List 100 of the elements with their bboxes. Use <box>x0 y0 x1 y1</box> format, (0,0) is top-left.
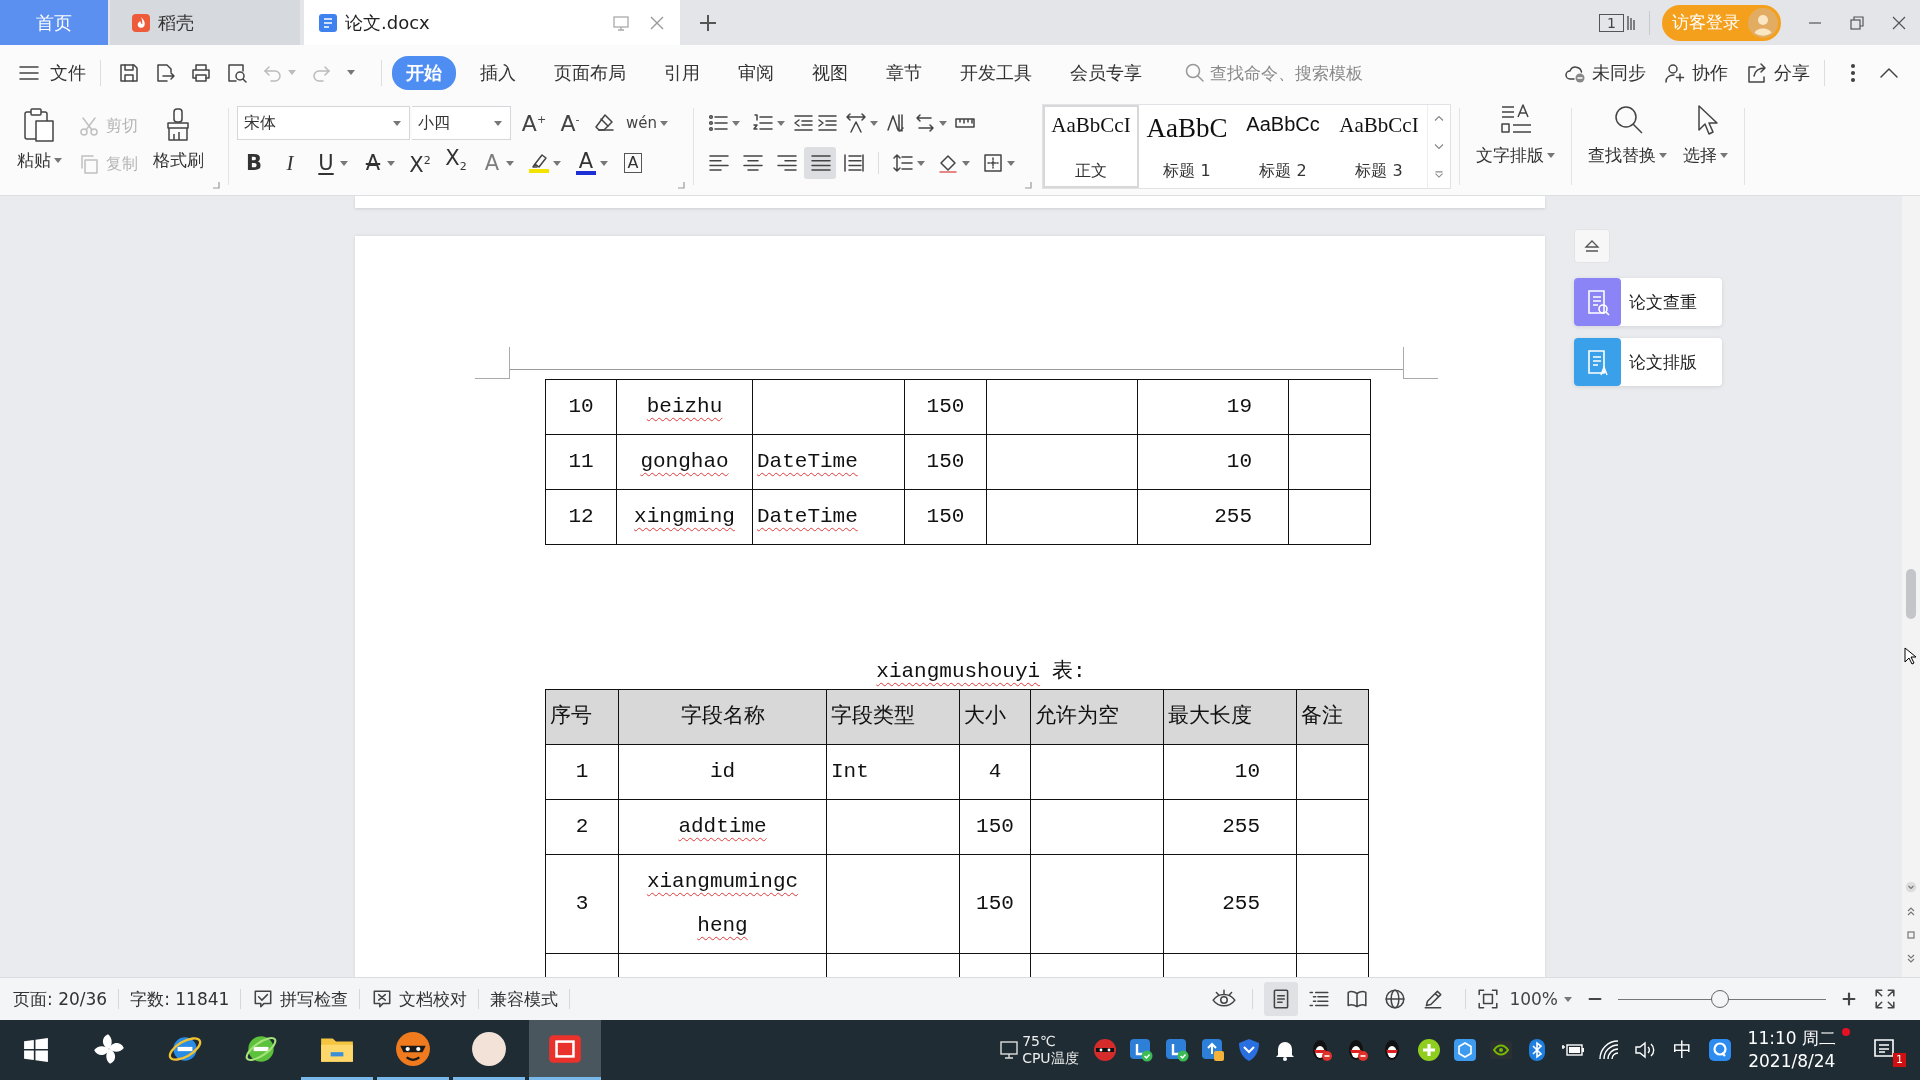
phonetic-guide-button[interactable]: wén <box>621 107 673 139</box>
table-cell: 10 <box>545 379 617 435</box>
indent-icon[interactable] <box>816 112 838 134</box>
badge-tile-icon[interactable] <box>1128 1038 1153 1062</box>
strikethrough-button[interactable]: A <box>356 147 401 179</box>
character-border-button[interactable]: A <box>616 147 650 179</box>
wifi-icon[interactable] <box>1596 1038 1621 1062</box>
clock[interactable]: 11:10 周二 2021/8/24 <box>1747 1020 1836 1080</box>
expand-icon[interactable] <box>1434 170 1444 178</box>
taskbar-app-button[interactable] <box>529 1020 601 1080</box>
caret-icon <box>917 160 925 166</box>
fit-page-icon[interactable] <box>1477 988 1500 1010</box>
ribbon-tab[interactable]: 插入 <box>466 55 530 90</box>
column-header: 字段类型 <box>826 689 960 745</box>
justify-button[interactable] <box>804 147 836 179</box>
subscript-button[interactable]: X$_{2}$ <box>439 147 473 179</box>
spell-check-button[interactable]: 拼写检查 <box>252 987 349 1011</box>
zoom-in-icon[interactable] <box>1840 990 1858 1008</box>
italic-button[interactable]: I <box>273 147 307 179</box>
restore-icon[interactable] <box>1849 14 1865 31</box>
plus-icon[interactable] <box>698 12 718 33</box>
outdent-icon[interactable] <box>792 112 814 134</box>
font-size-dropdown[interactable]: 小四 <box>412 106 511 140</box>
upload-tile-icon[interactable] <box>1200 1038 1225 1062</box>
eye-tile-icon[interactable] <box>1488 1038 1513 1062</box>
shield-icon[interactable] <box>1236 1038 1261 1062</box>
text-layout-button[interactable]: 文字排版 <box>1468 100 1563 195</box>
cpu-temperature[interactable]: 75℃ CPU温度 <box>999 1020 1079 1080</box>
font-color-button[interactable]: A <box>569 147 614 179</box>
print-icon[interactable] <box>190 61 212 84</box>
windows-logo-icon[interactable] <box>23 1037 49 1063</box>
select-button[interactable]: 选择 <box>1675 100 1736 195</box>
table-cell: 150 <box>904 379 987 435</box>
style-option[interactable]: AaBbCc 标题 2 <box>1235 105 1331 188</box>
table-cell: 3 <box>545 854 619 954</box>
style-option[interactable]: AaBbCcI 标题 3 <box>1331 105 1427 188</box>
font-family-dropdown[interactable]: 宋体 <box>237 106 410 140</box>
collaborate-button[interactable]: 协作 <box>1664 60 1728 85</box>
double-chevron-up-icon[interactable] <box>1905 905 1917 917</box>
side-tool-button[interactable]: 论文查重 <box>1574 278 1722 326</box>
ribbon-tab[interactable]: 视图 <box>798 55 862 90</box>
sort-icon[interactable] <box>885 112 907 134</box>
share-icon <box>1746 61 1768 84</box>
double-chevron-down-icon[interactable] <box>1905 953 1917 965</box>
app-tab[interactable]: 稻壳 <box>110 0 300 45</box>
superscript-button[interactable]: X$^{2}$ <box>403 147 437 179</box>
search-field[interactable]: 查找命令、搜索模板 <box>1184 56 1399 89</box>
corner-mark <box>1403 347 1438 379</box>
ribbon-tab[interactable]: 页面布局 <box>540 55 640 90</box>
table-cell: beizhu <box>616 379 753 435</box>
eraser-icon[interactable] <box>593 112 615 134</box>
side-tool-button[interactable]: 论文排版 <box>1574 338 1722 386</box>
increase-font-size-button[interactable]: A$^{+}$ <box>517 107 551 139</box>
scroll-up-icon[interactable] <box>1434 115 1444 123</box>
square-icon[interactable] <box>1905 929 1917 941</box>
fullscreen-icon[interactable] <box>1874 988 1896 1010</box>
zoom-level-dropdown[interactable]: 100% <box>1509 989 1572 1009</box>
notification-dot-icon <box>1842 1028 1850 1036</box>
sync-button[interactable]: 未同步 <box>1564 60 1646 85</box>
caret-icon <box>387 160 395 166</box>
format-painter-button[interactable]: 格式刷 <box>148 105 208 172</box>
proofread-button[interactable]: 文档校对 <box>371 987 468 1011</box>
file-menu-button[interactable]: 文件 <box>18 60 86 85</box>
find-replace-button[interactable]: 查找替换 <box>1580 100 1675 195</box>
page-view-button[interactable] <box>1264 982 1299 1016</box>
style-option[interactable]: AaBbC 标题 1 <box>1139 105 1235 188</box>
caret-icon[interactable] <box>347 70 355 75</box>
style-option[interactable]: AaBbCcI 正文 <box>1043 105 1139 188</box>
bold-button[interactable]: B <box>237 147 271 179</box>
column-header: 备注 <box>1296 689 1369 745</box>
decrease-font-size-button[interactable]: A$^{-}$ <box>553 107 587 139</box>
paste-button[interactable]: 粘贴 <box>12 105 66 172</box>
scroll-down-icon[interactable] <box>1434 143 1444 150</box>
close-icon[interactable] <box>1891 14 1907 31</box>
save-icon[interactable] <box>118 61 140 84</box>
eject-icon[interactable] <box>1574 229 1610 263</box>
text-effect-button[interactable]: A <box>475 147 520 179</box>
print-preview-icon[interactable] <box>226 61 248 84</box>
plus-circle-icon[interactable] <box>1416 1038 1441 1062</box>
export-icon[interactable] <box>154 61 176 84</box>
input-method-indicator[interactable]: 中 <box>1672 1037 1692 1063</box>
round-tile-icon[interactable] <box>1707 1038 1732 1062</box>
caret-icon <box>870 120 878 126</box>
share-button[interactable]: 分享 <box>1746 60 1810 85</box>
table-cell: 255 <box>1163 799 1297 855</box>
ribbon-tab[interactable]: 会员专享 <box>1056 55 1156 90</box>
slider-thumb[interactable] <box>1710 990 1729 1008</box>
masked-face-icon[interactable] <box>1092 1038 1117 1062</box>
ribbon-tab[interactable]: 审阅 <box>724 55 788 90</box>
scrollbar-thumb[interactable] <box>1906 569 1916 619</box>
distribute-icon <box>843 152 865 174</box>
ribbon-tab[interactable]: 引用 <box>650 55 714 90</box>
table-cell: 255 <box>1163 854 1297 954</box>
caret-icon <box>1720 153 1728 158</box>
document-tab[interactable]: 论文.docx <box>304 0 680 45</box>
badge-tile-icon[interactable] <box>1164 1038 1189 1062</box>
underline-button[interactable]: U <box>309 147 354 179</box>
ribbon-tab[interactable]: 开发工具 <box>946 55 1046 90</box>
ribbon-tab[interactable]: 章节 <box>872 55 936 90</box>
chevron-down-icon[interactable] <box>1905 881 1917 893</box>
